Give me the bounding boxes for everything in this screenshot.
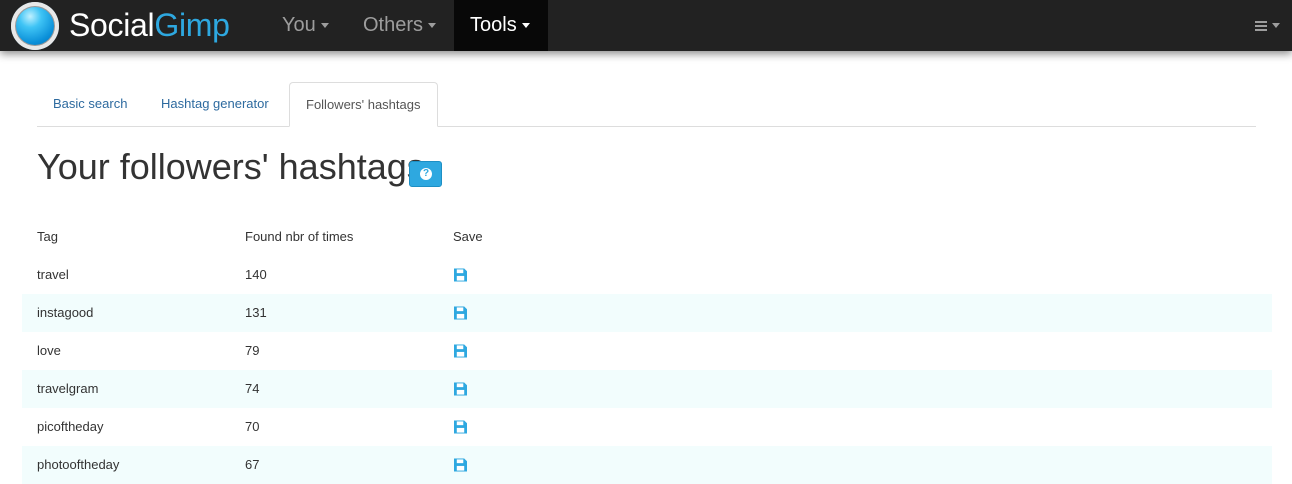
- tab-hashtag-generator[interactable]: Hashtag generator: [145, 82, 285, 126]
- brand-logo-link[interactable]: SocialGimp: [11, 0, 230, 51]
- tab-followers-hashtags[interactable]: Followers' hashtags: [289, 82, 438, 127]
- menu-toggle-button[interactable]: [1255, 0, 1280, 51]
- count-cell: 74: [245, 381, 260, 396]
- caret-down-icon: [521, 23, 530, 29]
- nav-tools-dropdown[interactable]: Tools: [454, 0, 548, 51]
- table-header: Tag Found nbr of times Save: [22, 218, 1272, 256]
- header-tag: Tag: [37, 229, 58, 244]
- floppy-disk-icon[interactable]: [454, 344, 467, 358]
- floppy-disk-icon[interactable]: [454, 458, 467, 472]
- count-cell: 79: [245, 343, 260, 358]
- header-count: Found nbr of times: [245, 229, 354, 244]
- hamburger-icon: [1255, 19, 1267, 33]
- floppy-disk-icon[interactable]: [454, 382, 467, 396]
- nav-others-dropdown[interactable]: Others: [347, 0, 452, 51]
- header-save: Save: [453, 229, 483, 244]
- caret-down-icon: [428, 23, 437, 29]
- tag-cell: love: [37, 343, 61, 358]
- tag-cell: photooftheday: [37, 457, 120, 472]
- table-row: picoftheday 70: [22, 408, 1272, 446]
- floppy-disk-icon[interactable]: [454, 420, 467, 434]
- tag-cell: instagood: [37, 305, 94, 320]
- tag-cell: travelgram: [37, 381, 99, 396]
- hashtags-table: Tag Found nbr of times Save travel 140 i…: [22, 218, 1272, 484]
- question-circle-icon: ?: [420, 168, 432, 180]
- floppy-disk-icon[interactable]: [454, 306, 467, 320]
- table-row: photooftheday 67: [22, 446, 1272, 484]
- table-row: travelgram 74: [22, 370, 1272, 408]
- tab-basic-search[interactable]: Basic search: [37, 82, 143, 126]
- search-tabs: Basic search Hashtag generator Followers…: [37, 82, 1256, 127]
- caret-down-icon: [320, 23, 329, 29]
- table-row: love 79: [22, 332, 1272, 370]
- logo-icon: [11, 1, 59, 50]
- count-cell: 131: [245, 305, 267, 320]
- count-cell: 67: [245, 457, 260, 472]
- page-title: Your followers' hashtags: [37, 146, 425, 187]
- count-cell: 140: [245, 267, 267, 282]
- tag-cell: travel: [37, 267, 69, 282]
- brand-name: SocialGimp: [69, 7, 230, 43]
- help-button[interactable]: ?: [409, 161, 442, 187]
- nav-you-dropdown[interactable]: You: [266, 0, 345, 51]
- top-navbar: SocialGimp You Others Tools: [0, 0, 1292, 51]
- caret-down-icon: [1272, 23, 1280, 29]
- count-cell: 70: [245, 419, 260, 434]
- floppy-disk-icon[interactable]: [454, 268, 467, 282]
- table-row: travel 140: [22, 256, 1272, 294]
- table-row: instagood 131: [22, 294, 1272, 332]
- tag-cell: picoftheday: [37, 419, 104, 434]
